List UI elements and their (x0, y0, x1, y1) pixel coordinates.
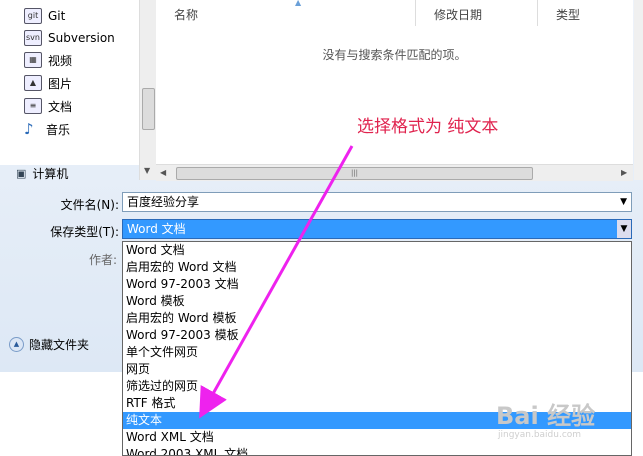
annotation-arrow (199, 145, 354, 419)
